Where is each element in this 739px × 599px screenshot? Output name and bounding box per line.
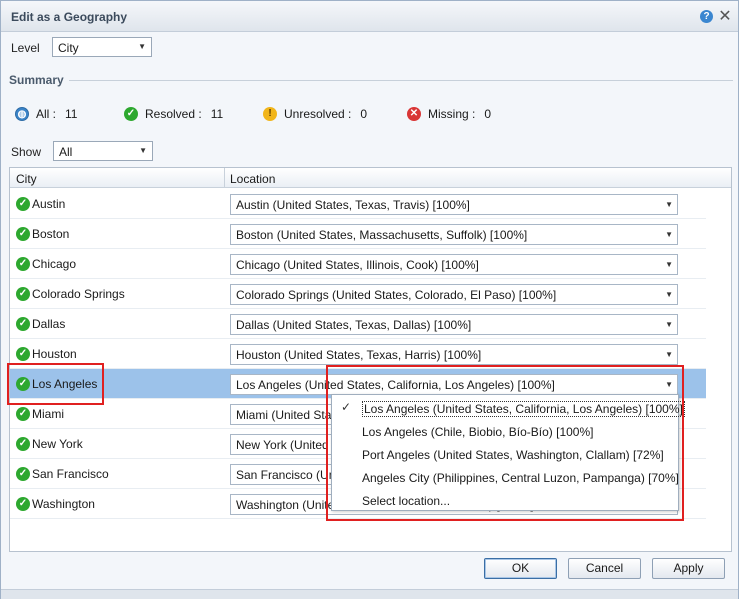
column-separator (224, 168, 225, 188)
location-select[interactable]: Houston (United States, Texas, Harris) [… (230, 344, 678, 365)
resolved-check-icon: ✓ (16, 407, 30, 421)
summary-resolved-label: Resolved : (145, 107, 202, 121)
summary-resolved: ✓ Resolved : 11 (124, 106, 223, 122)
summary-missing-count: 0 (484, 107, 492, 121)
summary-unresolved: ! Unresolved : 0 (263, 106, 367, 122)
level-label: Level (11, 41, 40, 55)
city-name: Miami (32, 407, 64, 421)
chevron-down-icon: ▼ (665, 290, 673, 299)
resolved-check-icon: ✓ (16, 497, 30, 511)
summary-all-count: 11 (65, 107, 78, 121)
location-value: Colorado Springs (United States, Colorad… (236, 288, 557, 302)
resolved-check-icon: ✓ (16, 467, 30, 481)
city-name: Austin (32, 197, 66, 211)
chevron-down-icon: ▼ (665, 350, 673, 359)
dialog-title: Edit as a Geography (11, 10, 128, 24)
location-value: Chicago (United States, Illinois, Cook) … (236, 258, 479, 272)
cancel-button[interactable]: Cancel (568, 558, 641, 579)
edit-geography-dialog: Edit as a Geography ? ✕ Level City ▼ Sum… (0, 0, 739, 599)
help-icon[interactable]: ? (700, 10, 713, 23)
summary-missing-label: Missing : (428, 107, 476, 121)
resolved-check-icon: ✓ (16, 287, 30, 301)
summary-missing: ✕ Missing : 0 (407, 106, 491, 122)
missing-x-icon: ✕ (407, 107, 421, 121)
chevron-down-icon: ▼ (665, 200, 673, 209)
city-name: Chicago (32, 257, 77, 271)
summary-unresolved-label: Unresolved : (284, 107, 352, 121)
summary-divider (69, 80, 733, 81)
column-header-city[interactable]: City (16, 172, 37, 186)
location-value: Austin (United States, Texas, Travis) [1… (236, 198, 470, 212)
level-select-value: City (58, 41, 79, 55)
resolved-check-icon: ✓ (16, 257, 30, 271)
location-select[interactable]: Chicago (United States, Illinois, Cook) … (230, 254, 678, 275)
city-name: Boston (32, 227, 70, 241)
resolved-check-icon: ✓ (16, 347, 30, 361)
show-select-value: All (59, 145, 73, 159)
summary-resolved-count: 11 (210, 107, 224, 121)
close-icon[interactable]: ✕ (717, 6, 733, 25)
table-row[interactable]: ✓ Austin Austin (United States, Texas, Tr… (10, 189, 706, 219)
city-name: New York (32, 437, 83, 451)
summary-all-label: All : (36, 107, 57, 121)
location-select[interactable]: Boston (United States, Massachusetts, Su… (230, 224, 678, 245)
resolved-check-icon: ✓ (16, 227, 30, 241)
show-select[interactable]: All ▼ (53, 141, 153, 161)
chevron-down-icon: ▼ (665, 230, 673, 239)
globe-icon: ◍ (15, 107, 29, 121)
highlight-box-city (7, 363, 104, 405)
column-header-location[interactable]: Location (230, 172, 275, 186)
location-select[interactable]: Dallas (United States, Texas, Dallas) [1… (230, 314, 678, 335)
resolved-check-icon: ✓ (124, 107, 138, 121)
location-select[interactable]: Austin (United States, Texas, Travis) [1… (230, 194, 678, 215)
location-value: Boston (United States, Massachusetts, Su… (236, 228, 528, 242)
chevron-down-icon: ▼ (139, 146, 147, 155)
ok-button[interactable]: OK (484, 558, 557, 579)
resolved-check-icon: ✓ (16, 197, 30, 211)
chevron-down-icon: ▼ (138, 42, 146, 51)
title-bar: Edit as a Geography ? ✕ (1, 1, 738, 32)
table-row[interactable]: ✓ Boston Boston (United States, Massachus… (10, 219, 706, 249)
summary-title: Summary (9, 73, 64, 87)
table-row[interactable]: ✓ Dallas Dallas (United States, Texas, Da… (10, 309, 706, 339)
summary-unresolved-count: 0 (360, 107, 368, 121)
resolved-check-icon: ✓ (16, 317, 30, 331)
apply-button[interactable]: Apply (652, 558, 725, 579)
city-name: San Francisco (32, 467, 109, 481)
table-row[interactable]: ✓ Colorado Springs Colorado Springs (Unit… (10, 279, 706, 309)
show-label: Show (11, 145, 42, 159)
grid-header: City Location (10, 168, 731, 188)
highlight-box-location (326, 365, 684, 521)
chevron-down-icon: ▼ (665, 320, 673, 329)
status-strip (1, 589, 738, 599)
resolved-check-icon: ✓ (16, 437, 30, 451)
location-select[interactable]: Colorado Springs (United States, Colorad… (230, 284, 678, 305)
chevron-down-icon: ▼ (665, 260, 673, 269)
level-select[interactable]: City ▼ (52, 37, 152, 57)
warning-icon: ! (263, 107, 277, 121)
city-name: Colorado Springs (32, 287, 125, 301)
location-value: Houston (United States, Texas, Harris) [… (236, 348, 482, 362)
city-name: Dallas (32, 317, 66, 331)
summary-all: ◍ All : 11 (15, 106, 77, 122)
location-value: Dallas (United States, Texas, Dallas) [1… (236, 318, 472, 332)
city-name: Washington (32, 497, 95, 511)
city-name: Houston (32, 347, 77, 361)
table-row[interactable]: ✓ Chicago Chicago (United States, Illinoi… (10, 249, 706, 279)
